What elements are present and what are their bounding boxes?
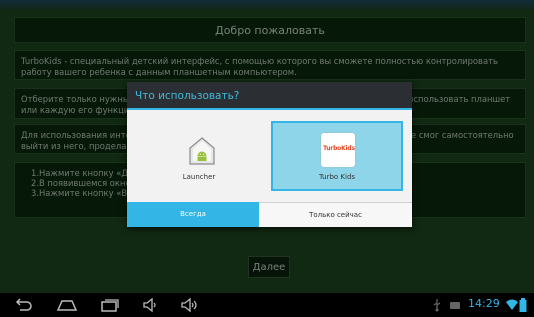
always-button[interactable]: Всегда — [127, 202, 259, 227]
back-icon[interactable] — [14, 297, 34, 313]
option-launcher[interactable]: Launcher — [133, 121, 265, 191]
volume-up-icon[interactable] — [180, 297, 200, 313]
option-turbo-kids[interactable]: TurboKids Turbo Kids — [271, 121, 403, 191]
system-navigation-bar — [0, 293, 534, 317]
dialog-button-row: Всегда Только сейчас — [127, 202, 412, 227]
turbo-kids-icon: TurboKids — [321, 133, 355, 167]
notification-icon — [450, 302, 460, 309]
option-turbo-kids-label: Turbo Kids — [318, 173, 356, 181]
battery-icon — [519, 298, 527, 312]
just-once-button[interactable]: Только сейчас — [259, 202, 412, 227]
status-clock: 14:29 — [468, 297, 500, 310]
dialog-title: Что использовать? — [127, 82, 412, 110]
turbo-kids-logo-text: TurboKids — [323, 145, 355, 152]
option-launcher-label: Launcher — [182, 173, 216, 181]
wifi-icon — [506, 299, 518, 310]
usb-icon — [433, 299, 441, 312]
home-icon[interactable] — [56, 297, 78, 313]
launcher-home-icon — [189, 137, 215, 165]
recent-apps-icon[interactable] — [100, 297, 120, 313]
volume-down-icon[interactable] — [142, 297, 160, 313]
app-chooser-dialog: Что использовать? Launcher TurboKids Tur… — [127, 82, 412, 227]
